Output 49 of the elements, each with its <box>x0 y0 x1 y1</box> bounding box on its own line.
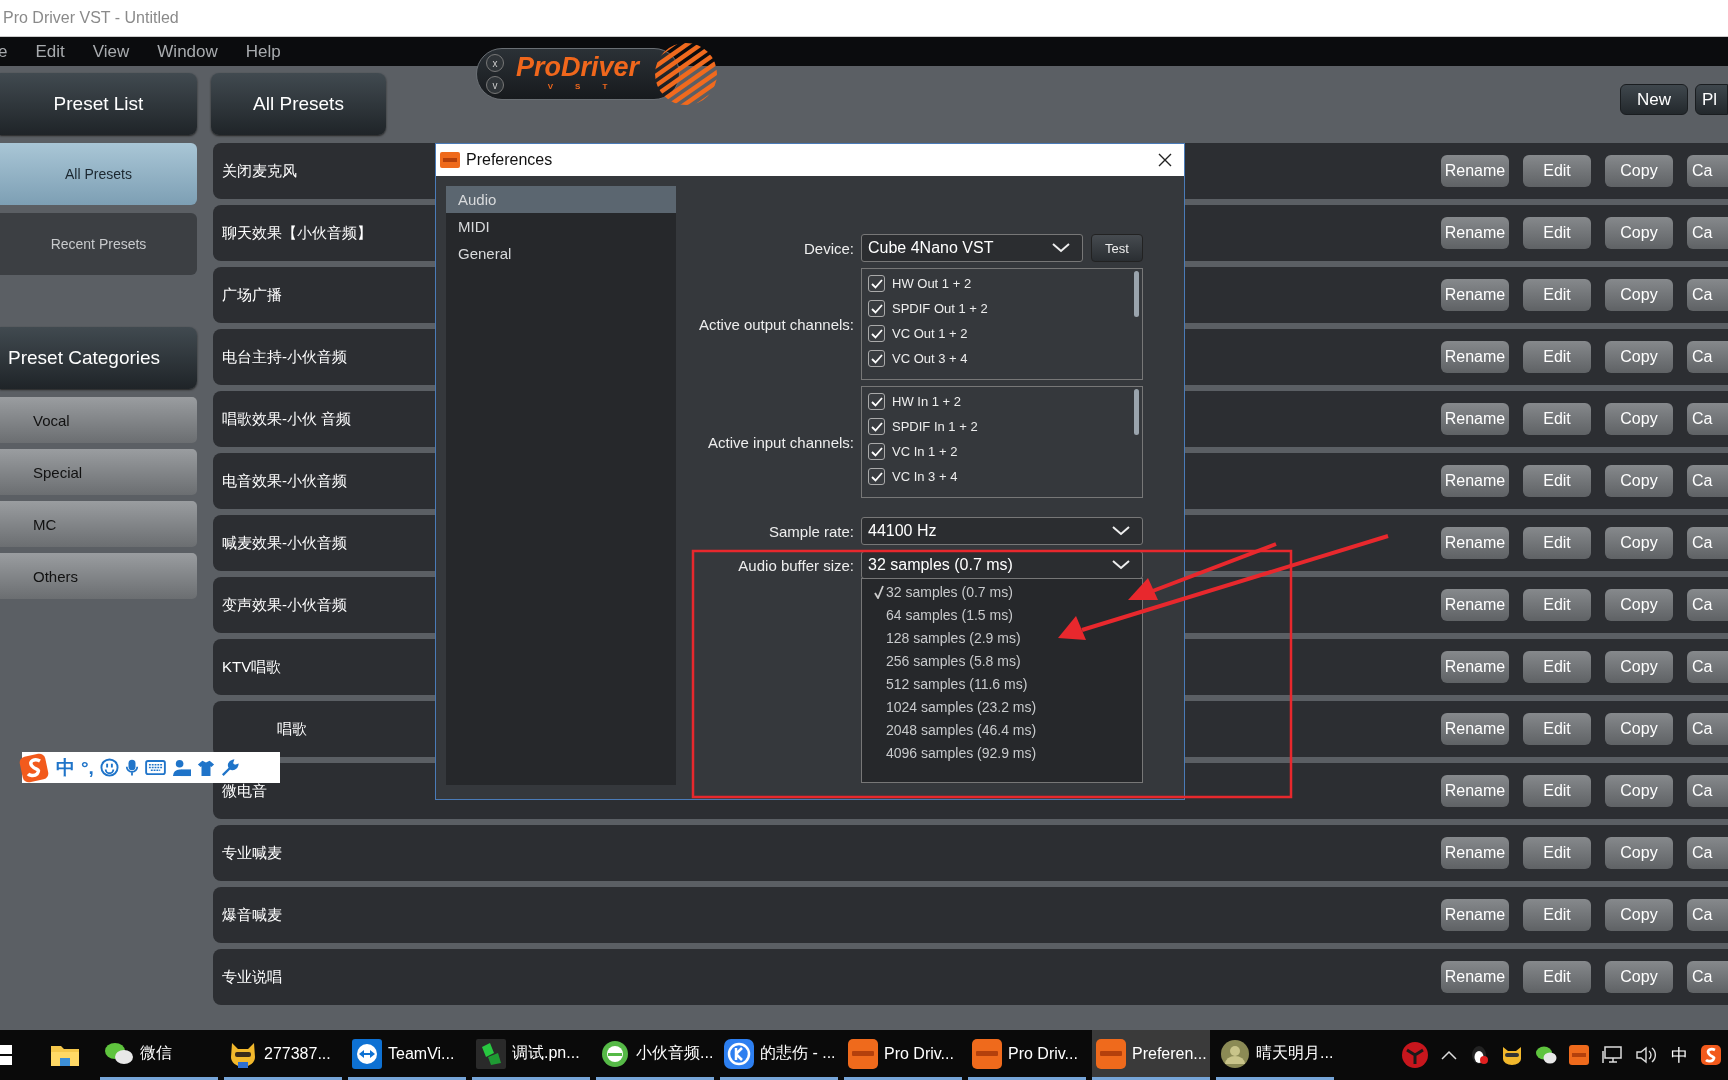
preset-name: 专业说唱 <box>222 967 282 987</box>
channel-label: VC Out 3 + 4 <box>892 351 968 366</box>
channel-label: VC In 3 + 4 <box>892 469 958 484</box>
preset-name: 喊麦效果-小伙音频 <box>222 533 347 553</box>
taskbar-label: 的悲伤 - ... <box>760 1043 836 1063</box>
taskbar-label: Pro Driv... <box>884 1044 954 1063</box>
channel-label: VC Out 1 + 2 <box>892 326 968 341</box>
field-label: Sample rate: <box>768 522 854 540</box>
preset-name: 变声效果-小伙音频 <box>222 595 347 615</box>
logo-subtitle: VST <box>547 82 630 91</box>
window-title: Pro Driver VST - Untitled <box>2 9 179 27</box>
preset-name: 唱歌 <box>276 719 307 739</box>
option-label: 512 samples (11.6 ms) <box>886 676 1028 692</box>
channel-label: HW In 1 + 2 <box>892 394 961 409</box>
channel-label: VC In 1 + 2 <box>892 444 958 459</box>
field-label: Device: <box>803 239 854 257</box>
option-label: 2048 samples (46.4 ms) <box>886 721 1037 738</box>
preset-name: KTV唱歌 <box>222 657 282 677</box>
channel-label: SPDIF Out 1 + 2 <box>892 301 988 316</box>
taskbar-label: TeamVi... <box>388 1044 455 1063</box>
field-label: Active output channels: <box>698 315 854 333</box>
preset-name: 电音效果-小伙音频 <box>222 471 347 491</box>
field-label: Active input channels: <box>708 433 854 451</box>
preset-name: 爆音喊麦 <box>222 905 282 925</box>
option-label: 1024 samples (23.2 ms) <box>886 698 1037 715</box>
option-label: 32 samples (0.7 ms) <box>886 584 1013 601</box>
preset-name: 专业喊麦 <box>222 843 282 863</box>
option-label: 64 samples (1.5 ms) <box>886 607 1013 624</box>
taskbar-label: 晴天明月... <box>1256 1043 1334 1063</box>
logo-name: ProDriver <box>516 52 640 82</box>
preset-name: 聊天效果【小伙音频】 <box>222 223 372 243</box>
dialog-title: Preferences <box>466 151 553 169</box>
option-label: 128 samples (2.9 ms) <box>886 630 1021 647</box>
preset-name: 广场广播 <box>222 285 282 305</box>
preset-name: 唱歌效果-小伙 音频 <box>222 409 352 429</box>
channel-label: HW Out 1 + 2 <box>892 276 972 291</box>
taskbar-label: 微信 <box>140 1043 172 1063</box>
preset-name: 电台主持-小伙音频 <box>222 347 347 367</box>
taskbar-label: 277387... <box>264 1044 331 1063</box>
taskbar-label: 调试.pn... <box>512 1043 580 1063</box>
preset-name: 关闭麦克风 <box>222 161 297 181</box>
taskbar-label: Pro Driv... <box>1008 1044 1078 1063</box>
channel-label: SPDIF In 1 + 2 <box>892 419 978 434</box>
taskbar-label: 小伙音频... <box>636 1043 714 1063</box>
preset-name: 微电音 <box>222 781 267 801</box>
field-label: Audio buffer size: <box>738 556 854 574</box>
option-label: 256 samples (5.8 ms) <box>886 653 1021 670</box>
taskbar-label: Preferen... <box>1132 1044 1207 1063</box>
option-label: 4096 samples (92.9 ms) <box>886 744 1037 761</box>
